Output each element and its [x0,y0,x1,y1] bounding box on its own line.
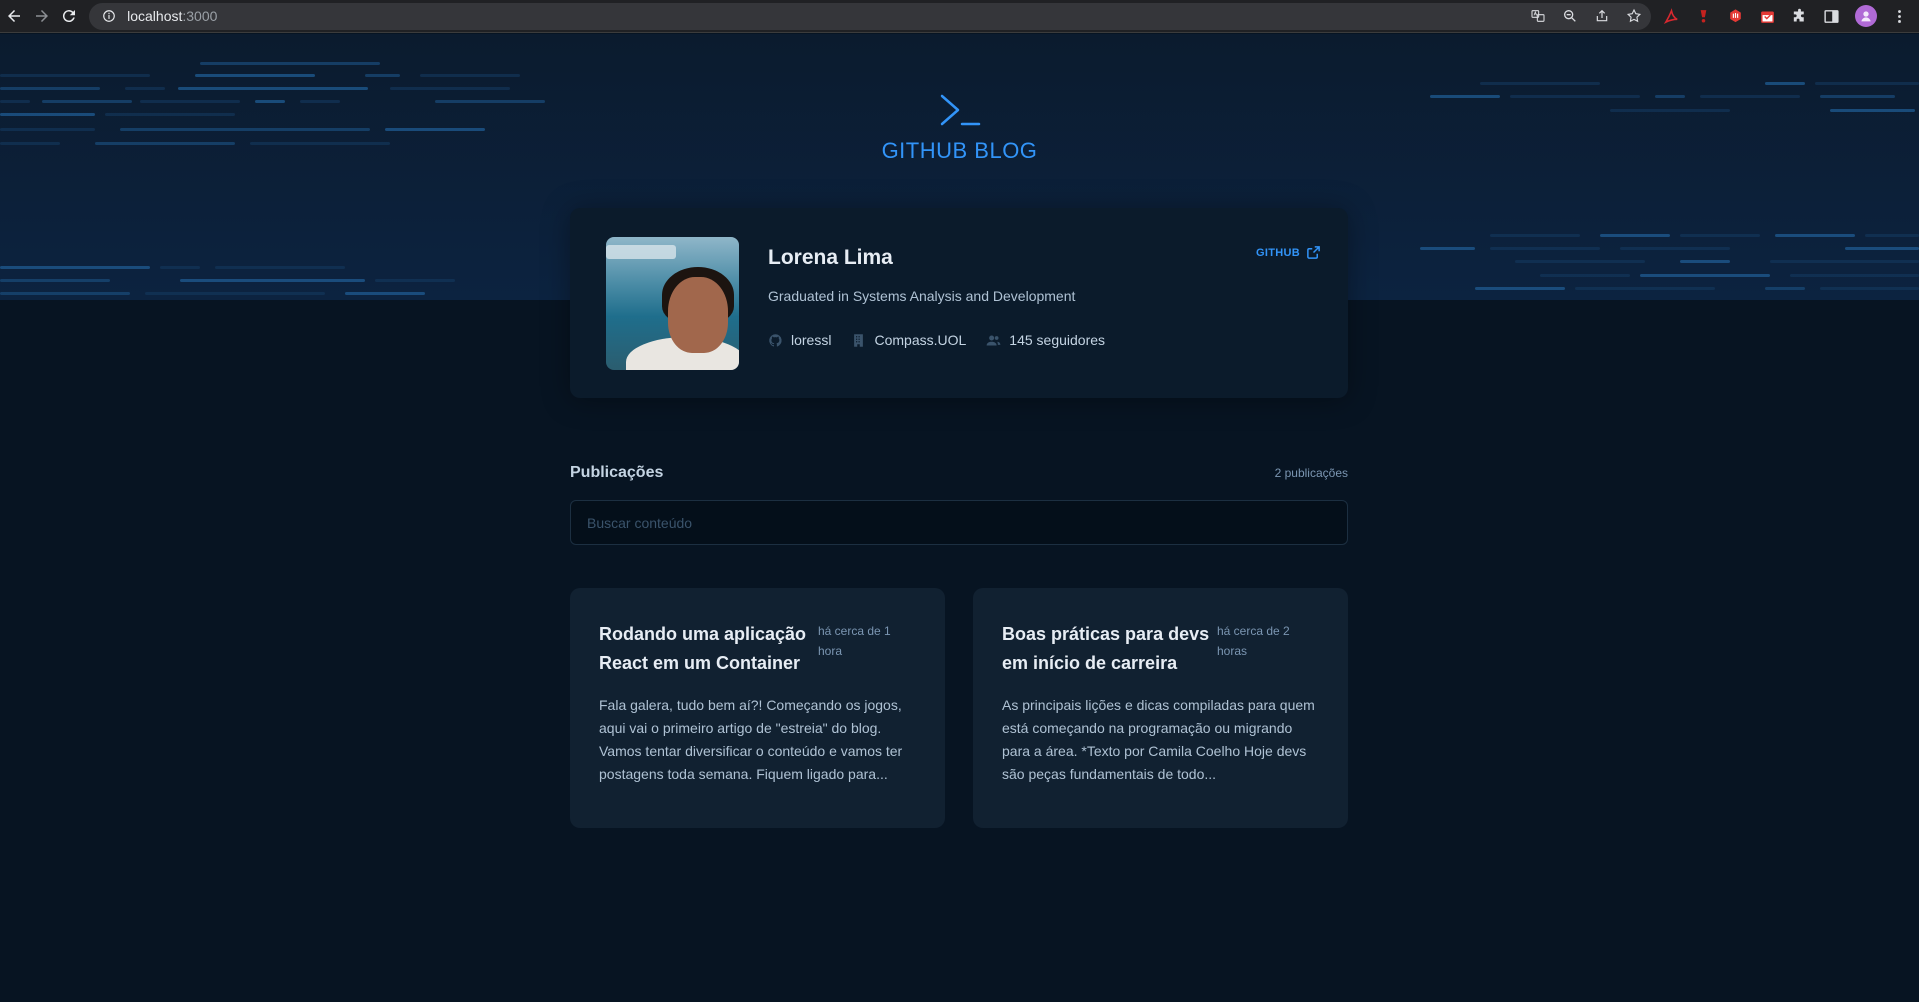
publications-header: Publicações 2 publicações [570,464,1348,482]
browser-toolbar: localhost:3000 [0,0,1919,33]
username-text: loressl [791,332,832,348]
post-excerpt: Fala galera, tudo bem aí?! Começando os … [599,697,903,782]
post-time: há cerca de 2 horas [1217,624,1290,658]
github-link[interactable]: GITHUB [1256,245,1321,260]
github-icon [769,333,782,346]
reload-button[interactable] [55,0,83,33]
share-icon[interactable] [1593,7,1611,25]
side-panel-icon[interactable] [1823,7,1841,25]
profile-company: Compass.UOL [851,332,966,348]
reload-icon [63,10,76,23]
post-time: há cerca de 1 hora [818,624,891,658]
github-link-label: GITHUB [1256,246,1300,259]
red-extension-icon[interactable] [1695,7,1713,25]
forward-button[interactable] [28,0,56,33]
building-icon [854,333,864,347]
brand-title: GITHUB BLOG [881,138,1038,163]
url-text[interactable]: localhost:3000 [127,8,217,24]
publications-count: 2 publicações [1274,466,1348,480]
external-link-icon [1307,246,1320,259]
more-menu-icon[interactable] [1891,7,1909,25]
avatar [606,237,739,370]
post-title: Rodando uma aplicação React em um Contai… [599,624,807,673]
post-excerpt: As principais lições e dicas compiladas … [1002,697,1315,782]
followers-text: 145 seguidores [1009,332,1106,348]
profile-username: loressl [768,332,831,348]
profile-avatar-icon[interactable] [1854,5,1877,27]
arrow-right-icon [35,10,48,22]
translate-icon[interactable] [1529,7,1547,25]
publications-label: Publicações [570,464,664,481]
url-port: :3000 [182,8,218,24]
company-text: Compass.UOL [874,332,967,348]
post-title: Boas práticas para devs em início de car… [1002,624,1210,673]
users-icon [986,335,1001,345]
acrobat-extension-icon[interactable] [1663,7,1681,25]
site-info-icon[interactable] [101,8,117,24]
puzzle-extensions-icon[interactable] [1791,7,1809,25]
page: GITHUB BLOG Lorena Lima Graduated in Sys… [0,34,1919,1002]
profile-followers: 145 seguidores [986,332,1105,348]
calendar-extension-icon[interactable] [1759,7,1777,25]
terminal-logo-icon [938,92,982,128]
stop-hand-extension-icon[interactable] [1727,7,1745,25]
profile-card: Lorena Lima Graduated in Systems Analysi… [570,208,1348,398]
back-button[interactable] [0,0,28,33]
brand: GITHUB BLOG [0,92,1919,164]
post-card[interactable]: Rodando uma aplicação React em um Contai… [570,588,945,828]
profile-bio: Graduated in Systems Analysis and Develo… [768,288,1076,304]
zoom-icon[interactable] [1561,7,1579,25]
arrow-left-icon [7,10,20,22]
url-host: localhost [127,8,183,24]
profile-meta: loressl Compass.UOL 145 seguidores [768,332,1105,348]
post-card[interactable]: Boas práticas para devs em início de car… [973,588,1348,828]
bookmark-star-icon[interactable] [1625,7,1643,25]
profile-name: Lorena Lima [768,246,893,269]
search-input[interactable] [570,500,1348,545]
address-bar[interactable]: localhost:3000 [89,2,1651,30]
